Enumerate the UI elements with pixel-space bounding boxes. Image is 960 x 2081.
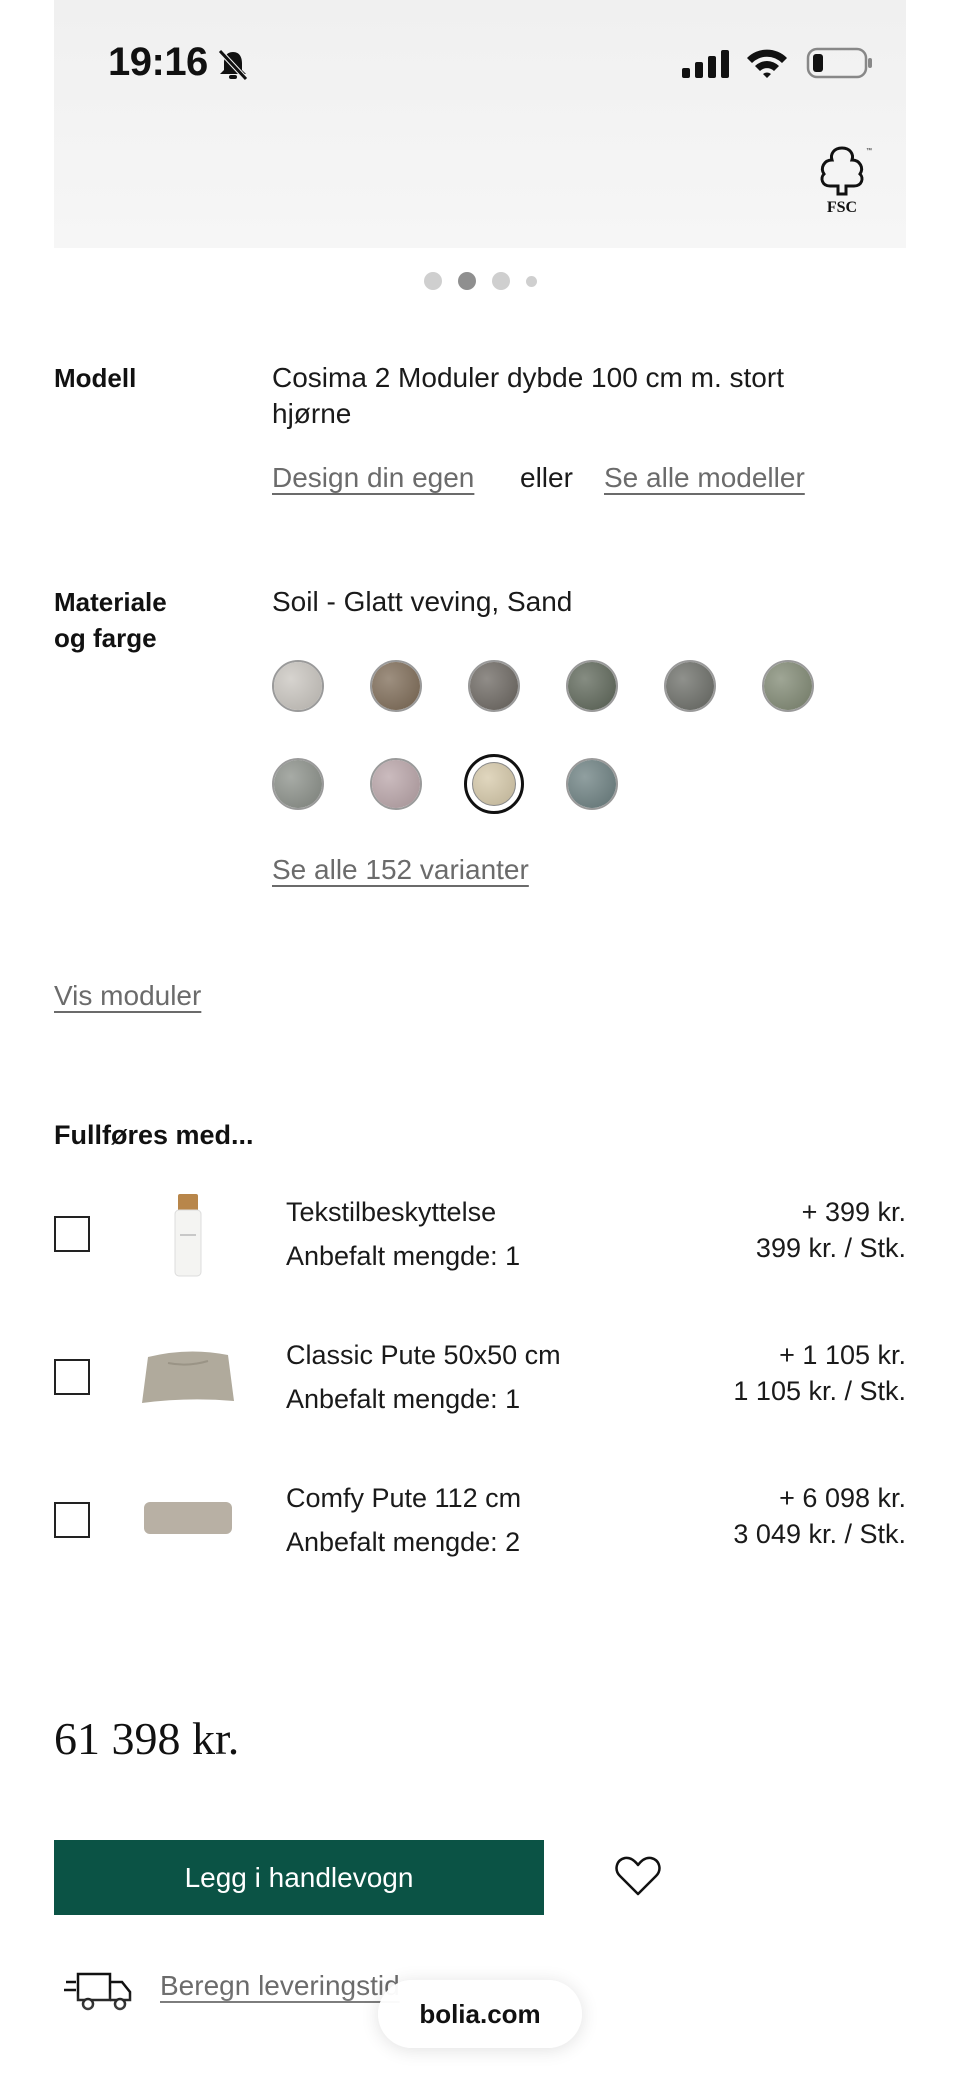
cushion-image: [142, 1351, 234, 1403]
status-time: 19:16: [108, 40, 208, 84]
model-label: Modell: [54, 363, 137, 393]
model-name-line1: Cosima 2 Moduler dybde 100 cm m. stort: [272, 362, 784, 393]
show-modules-link[interactable]: Vis moduler: [54, 978, 201, 1014]
addon-price: + 399 kr.: [801, 1197, 906, 1227]
addon-checkbox[interactable]: [54, 1359, 90, 1395]
color-swatch[interactable]: [468, 660, 520, 712]
delivery-truck-icon: [64, 1972, 132, 2011]
addon-unit-price: 399 kr. / Stk.: [755, 1233, 906, 1263]
addons-title: Fullføres med...: [54, 1120, 254, 1150]
addon-name: Classic Pute 50x50 cm: [286, 1340, 561, 1370]
addon-row: Comfy Pute 112 cm Anbefalt mengde: 2 + 6…: [54, 1480, 906, 1580]
fsc-logo: FSC ™: [820, 146, 872, 216]
material-label-line1: Materiale: [54, 587, 167, 617]
swatch-fill: [274, 662, 322, 710]
battery-icon: [806, 47, 872, 79]
design-your-own-link[interactable]: Design din egen: [272, 460, 474, 496]
swatch-fill: [470, 662, 518, 710]
product-image-area[interactable]: [54, 0, 906, 248]
addon-name: Comfy Pute 112 cm: [286, 1483, 522, 1513]
cellular-signal-icon: [682, 50, 729, 78]
swatch-fill: [568, 760, 616, 808]
addon-unit-price: 1 105 kr. / Stk.: [733, 1376, 906, 1406]
svg-text:FSC: FSC: [827, 199, 857, 216]
addon-price: + 1 105 kr.: [779, 1340, 906, 1370]
selected-material: Soil - Glatt veving, Sand: [272, 586, 573, 617]
addon-quantity: Anbefalt mengde: 1: [286, 1241, 521, 1271]
browser-url-bar[interactable]: bolia.com: [378, 1980, 582, 2048]
swatch-fill: [472, 762, 516, 806]
addon-quantity: Anbefalt mengde: 1: [286, 1384, 521, 1414]
swatch-fill: [764, 662, 812, 710]
heart-icon[interactable]: [614, 1854, 662, 1898]
see-all-variants-link[interactable]: Se alle 152 varianter: [272, 852, 529, 888]
calculate-delivery-link[interactable]: Beregn leveringstid: [160, 1968, 400, 2004]
addon-unit-price: 3 049 kr. / Stk.: [733, 1519, 906, 1549]
addon-checkbox[interactable]: [54, 1216, 90, 1252]
total-price: 61 398 kr.: [54, 1713, 240, 1764]
color-swatch[interactable]: [272, 660, 324, 712]
addon-quantity: Anbefalt mengde: 2: [286, 1527, 521, 1557]
addon-checkbox[interactable]: [54, 1502, 90, 1538]
swatch-fill: [274, 760, 322, 808]
color-swatch[interactable]: [370, 758, 422, 810]
color-swatch[interactable]: [370, 660, 422, 712]
color-swatch[interactable]: [762, 660, 814, 712]
long-cushion-image: [144, 1502, 232, 1534]
color-swatch[interactable]: [566, 758, 618, 810]
color-swatch[interactable]: [664, 660, 716, 712]
carousel-dot[interactable]: [423, 272, 442, 290]
swatch-fill: [666, 662, 714, 710]
wifi-icon: [747, 49, 787, 78]
color-swatch-selected[interactable]: [464, 754, 524, 814]
swatch-fill: [568, 662, 616, 710]
carousel-dots[interactable]: [0, 272, 960, 290]
svg-text:™: ™: [866, 147, 872, 154]
color-swatch[interactable]: [566, 660, 618, 712]
color-swatch[interactable]: [272, 758, 324, 810]
swatch-fill: [372, 760, 420, 808]
bell-slash-icon: [218, 49, 248, 81]
material-label-line2: og farge: [54, 623, 157, 653]
carousel-dot[interactable]: [525, 275, 537, 287]
addon-price: + 6 098 kr.: [779, 1483, 906, 1513]
addon-row: Tekstilbeskyttelse Anbefalt mengde: 1 + …: [54, 1194, 906, 1294]
carousel-dot-active[interactable]: [457, 272, 476, 290]
spray-bottle-image: [174, 1194, 202, 1277]
addon-row: Classic Pute 50x50 cm Anbefalt mengde: 1…: [54, 1337, 906, 1437]
swatch-fill: [372, 662, 420, 710]
or-text: eller: [520, 462, 573, 493]
add-to-cart-button[interactable]: Legg i handlevogn: [54, 1840, 544, 1915]
see-all-models-link[interactable]: Se alle modeller: [604, 460, 805, 496]
addon-name: Tekstilbeskyttelse: [286, 1197, 497, 1227]
model-name-line2: hjørne: [272, 398, 352, 429]
carousel-dot[interactable]: [491, 272, 510, 290]
